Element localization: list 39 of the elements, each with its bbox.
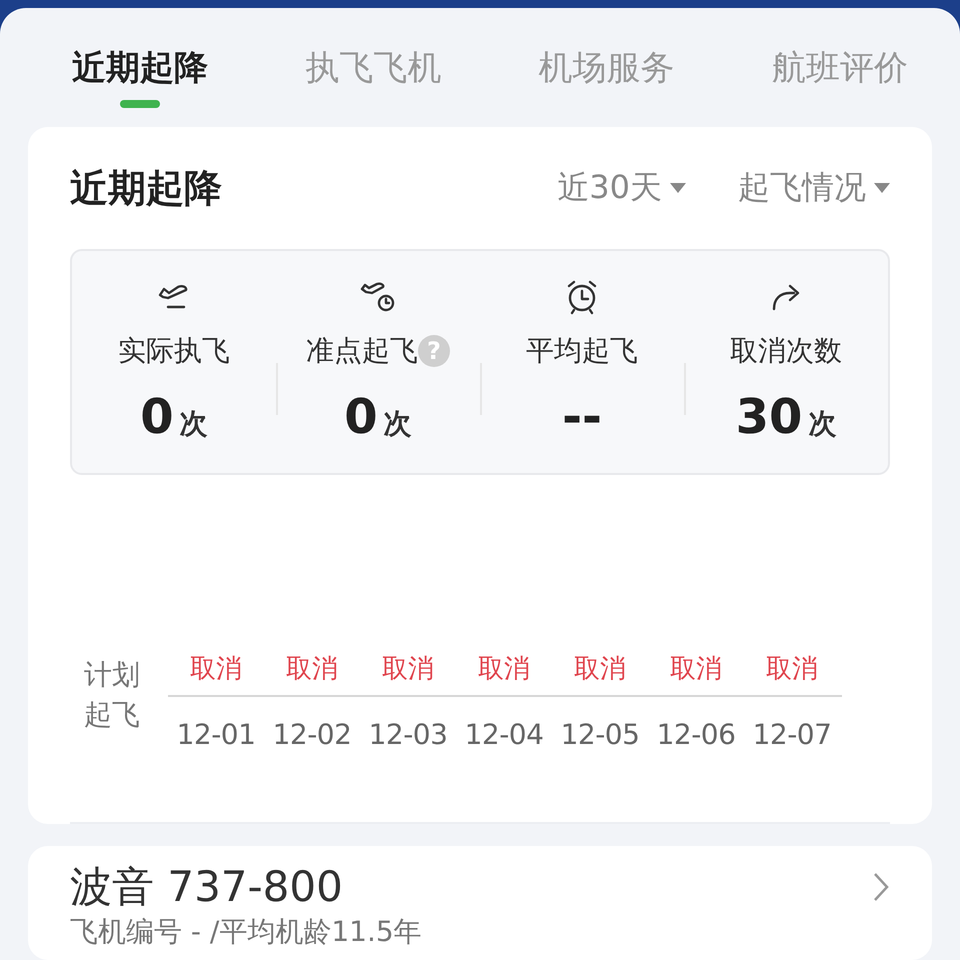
tab[interactable]: 执飞飞机 [305,44,442,127]
stat-value: -- [562,389,602,445]
flight-status: 取消 [381,653,435,686]
flight-date: 12-02 [272,717,352,753]
flight-date: 12-07 [752,717,832,753]
stat-value: 0 [140,389,174,445]
schedule-label: 计划起飞 [84,657,141,733]
tab[interactable]: 航班评价 [772,44,908,127]
flight-status: 取消 [765,653,819,686]
aircraft-card[interactable]: 波音 737-800 飞机编号 - /平均机龄11.5年 [28,846,932,960]
filter-dropdown[interactable]: 近30天 [557,166,686,210]
section-title: 近期起降 [70,164,223,212]
stat-unit: 次 [180,406,208,442]
flight-status: 取消 [669,653,723,686]
stat-value: 30 [736,389,802,445]
caret-icon [874,182,890,194]
stat-label: 准点起飞 [306,333,418,369]
flight-status: 取消 [285,653,339,686]
chevron-right-icon [872,871,890,903]
flight-date: 12-01 [176,717,256,753]
stat-unit: 次 [808,406,836,442]
filter-dropdown[interactable]: 起飞情况 [738,166,890,210]
flight-date: 12-05 [560,717,640,753]
flight-date: 12-04 [464,717,544,753]
tab[interactable]: 近期起降 [72,44,208,127]
stat-value: 0 [344,389,378,445]
aircraft-detail: 飞机编号 - /平均机龄11.5年 [70,914,423,950]
flight-status: 取消 [573,653,627,686]
caret-icon [670,182,686,194]
flight-date: 12-03 [368,717,448,753]
stat-unit: 次 [384,406,412,442]
stat-label: 实际执飞 [118,333,230,369]
flight-status: 取消 [477,653,531,686]
aircraft-model: 波音 737-800 [70,862,343,912]
stat-label: 取消次数 [730,333,842,369]
tab[interactable]: 机场服务 [538,44,675,127]
flight-date: 12-06 [656,717,736,753]
flight-status: 取消 [189,653,243,686]
stat-label: 平均起飞 [526,333,638,369]
